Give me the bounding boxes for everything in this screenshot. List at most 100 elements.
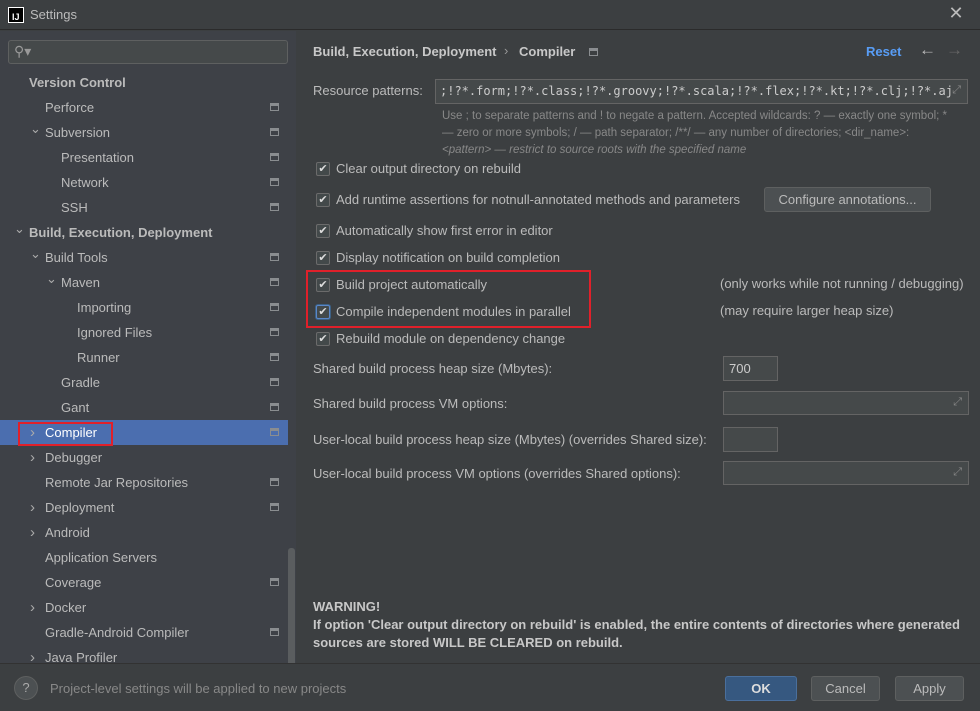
sidebar-item-label: Gradle-Android Compiler <box>45 625 189 640</box>
sidebar-item-label: Runner <box>77 350 120 365</box>
shared-vm-options-label: Shared build process VM options: <box>313 396 508 411</box>
parallel-note: (may require larger heap size) <box>720 303 894 318</box>
resource-patterns-input[interactable]: ;!?*.form;!?*.class;!?*.groovy;!?*.scala… <box>435 79 968 104</box>
expand-icon[interactable]: ⤢ <box>952 84 961 97</box>
project-scope-icon <box>270 178 279 186</box>
sidebar-item-gradle-android-compiler[interactable]: Gradle-Android Compiler <box>0 620 288 645</box>
expand-icon[interactable]: ⤢ <box>953 396 962 409</box>
sidebar-item-presentation[interactable]: Presentation <box>0 145 288 170</box>
settings-sidebar: ⚲▾ Version Control Perforce ⌄ Subversion Pre… <box>0 31 296 694</box>
checkbox[interactable]: ✔ <box>316 251 330 265</box>
back-arrow-icon[interactable]: ← <box>919 40 936 60</box>
project-scope-icon <box>270 103 279 111</box>
project-scope-icon <box>270 428 279 436</box>
checkbox[interactable]: ✔ <box>316 193 330 207</box>
sidebar-item-label: SSH <box>61 200 88 215</box>
project-scope-icon <box>270 328 279 336</box>
forward-arrow-icon[interactable]: → <box>946 40 963 60</box>
sidebar-item-deployment[interactable]: › Deployment <box>0 495 288 520</box>
apply-button[interactable]: Apply <box>895 676 964 701</box>
checkbox[interactable]: ✔ <box>316 224 330 238</box>
dialog-footer: ? Project-level settings will be applied… <box>0 663 980 711</box>
search-icon: ⚲▾ <box>14 43 32 59</box>
sidebar-item-docker[interactable]: › Docker <box>0 595 288 620</box>
project-scope-icon <box>270 128 279 136</box>
project-scope-icon <box>270 403 279 411</box>
shared-heap-label: Shared build process heap size (Mbytes): <box>313 361 553 376</box>
cancel-button[interactable]: Cancel <box>811 676 880 701</box>
project-scope-icon <box>270 203 279 211</box>
chevron-down-icon[interactable]: ⌄ <box>14 216 25 241</box>
chevron-right-icon[interactable]: › <box>30 595 35 620</box>
sidebar-item-subversion[interactable]: ⌄ Subversion <box>0 120 288 145</box>
project-scope-icon <box>270 153 279 161</box>
project-scope-icon <box>270 353 279 361</box>
build-auto-note: (only works while not running / debuggin… <box>720 276 964 291</box>
checkbox-label: Display notification on build completion <box>336 250 561 265</box>
sidebar-item-label: Perforce <box>45 100 95 115</box>
sidebar-item-label: Gant <box>61 400 90 415</box>
sidebar-item-label: Importing <box>77 300 132 315</box>
sidebar-item-version-control[interactable]: Version Control <box>0 70 288 95</box>
chevron-right-icon[interactable]: › <box>30 495 35 520</box>
shared-heap-input[interactable]: 700 <box>723 356 778 381</box>
breadcrumb-current: Compiler <box>519 44 576 59</box>
breadcrumb-parent[interactable]: Build, Execution, Deployment <box>313 44 496 59</box>
sidebar-item-label: Subversion <box>45 125 111 140</box>
window-title: Settings <box>30 7 77 22</box>
user-heap-input[interactable] <box>723 427 778 452</box>
ok-button[interactable]: OK <box>725 676 797 701</box>
shared-vm-options-input[interactable]: ⤢ <box>723 391 969 415</box>
chevron-down-icon[interactable]: ⌄ <box>30 116 41 141</box>
project-scope-icon <box>589 48 598 56</box>
project-scope-icon <box>270 578 279 586</box>
checkbox[interactable]: ✔ <box>316 332 330 346</box>
sidebar-item-build-tools[interactable]: ⌄ Build Tools <box>0 245 288 270</box>
sidebar-item-label: Coverage <box>45 575 102 590</box>
sidebar-item-coverage[interactable]: Coverage <box>0 570 288 595</box>
project-scope-icon <box>270 478 279 486</box>
checkbox-label: Automatically show first error in editor <box>336 223 553 238</box>
checkbox-label: Clear output directory on rebuild <box>336 161 521 176</box>
user-vm-options-input[interactable]: ⤢ <box>723 461 969 485</box>
sidebar-item-ssh[interactable]: SSH <box>0 195 288 220</box>
checkbox[interactable]: ✔ <box>316 162 330 176</box>
user-heap-label: User-local build process heap size (Mbyt… <box>313 432 707 447</box>
search-input[interactable]: ⚲▾ <box>8 40 288 64</box>
sidebar-item-label: Debugger <box>45 450 103 465</box>
reset-button[interactable]: Reset <box>866 44 901 59</box>
sidebar-item-label: Maven <box>61 275 101 290</box>
highlight-box-build-options <box>306 270 591 328</box>
sidebar-item-gant[interactable]: Gant <box>0 395 288 420</box>
close-icon[interactable]: ✕ <box>946 3 966 24</box>
project-scope-icon <box>270 253 279 261</box>
sidebar-item-build-execution-deployment[interactable]: ⌄ Build, Execution, Deployment <box>0 220 288 245</box>
help-icon[interactable]: ? <box>14 676 38 700</box>
sidebar-item-android[interactable]: › Android <box>0 520 288 545</box>
sidebar-item-importing[interactable]: Importing <box>0 295 288 320</box>
sidebar-item-maven[interactable]: ⌄ Maven <box>0 270 288 295</box>
compiler-settings-panel: Build, Execution, Deployment › Compiler … <box>296 31 980 663</box>
sidebar-item-label: Presentation <box>61 150 134 165</box>
sidebar-item-perforce[interactable]: Perforce <box>0 95 288 120</box>
sidebar-item-remote-jar-repositories[interactable]: Remote Jar Repositories <box>0 470 288 495</box>
sidebar-item-label: Version Control <box>29 75 126 90</box>
chevron-right-icon[interactable]: › <box>30 520 35 545</box>
sidebar-item-ignored-files[interactable]: Ignored Files <box>0 320 288 345</box>
sidebar-item-runner[interactable]: Runner <box>0 345 288 370</box>
chevron-down-icon[interactable]: ⌄ <box>46 266 57 291</box>
sidebar-item-application-servers[interactable]: Application Servers <box>0 545 288 570</box>
sidebar-item-debugger[interactable]: › Debugger <box>0 445 288 470</box>
project-scope-icon <box>270 278 279 286</box>
sidebar-item-label: Ignored Files <box>77 325 153 340</box>
chevron-down-icon[interactable]: ⌄ <box>30 241 41 266</box>
breadcrumb-separator-icon: › <box>504 43 509 58</box>
sidebar-item-network[interactable]: Network <box>0 170 288 195</box>
chevron-right-icon[interactable]: › <box>30 445 35 470</box>
expand-icon[interactable]: ⤢ <box>953 466 962 479</box>
resource-patterns-label: Resource patterns: <box>313 83 423 98</box>
sidebar-item-gradle[interactable]: Gradle <box>0 370 288 395</box>
resource-patterns-help: Use ; to separate patterns and ! to nega… <box>442 110 948 156</box>
sidebar-item-label: Application Servers <box>45 550 157 565</box>
configure-annotations-button[interactable]: Configure annotations... <box>764 187 931 212</box>
